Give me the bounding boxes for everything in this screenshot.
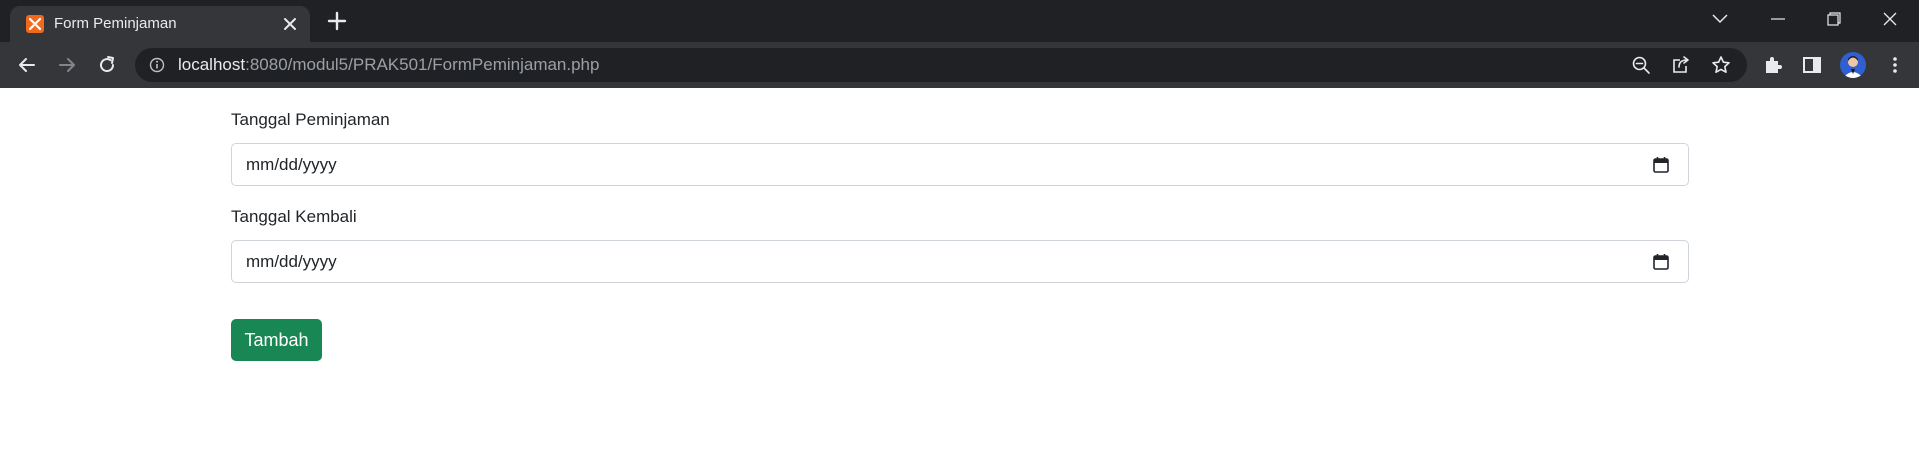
close-window-icon[interactable]	[1862, 0, 1918, 38]
new-tab-icon[interactable]	[323, 9, 351, 33]
restore-icon[interactable]	[1806, 0, 1862, 38]
address-bar[interactable]: localhost:8080/modul5/PRAK501/FormPeminj…	[135, 48, 1747, 82]
back-arrow-icon[interactable]	[11, 49, 43, 81]
url-host: localhost	[178, 55, 246, 74]
browser-toolbar: localhost:8080/modul5/PRAK501/FormPeminj…	[0, 42, 1919, 88]
site-info-icon[interactable]	[149, 57, 165, 73]
xampp-icon	[26, 15, 44, 33]
page-content: Tanggal Peminjaman mm/dd/yyyy Tanggal Ke…	[0, 88, 1919, 476]
browser-tabstrip: Form Peminjaman	[0, 0, 1919, 42]
tanggal-peminjaman-input[interactable]: mm/dd/yyyy	[231, 143, 1689, 186]
profile-avatar[interactable]	[1840, 52, 1866, 78]
side-panel-icon[interactable]	[1801, 54, 1823, 76]
tambah-button[interactable]: Tambah	[231, 319, 322, 361]
menu-kebab-icon[interactable]	[1884, 54, 1906, 76]
calendar-icon[interactable]	[1652, 156, 1670, 174]
zoom-out-icon[interactable]	[1631, 55, 1651, 75]
extensions-puzzle-icon[interactable]	[1762, 54, 1784, 76]
calendar-icon[interactable]	[1652, 253, 1670, 271]
share-icon[interactable]	[1671, 55, 1691, 75]
forward-arrow-icon[interactable]	[51, 49, 83, 81]
browser-tab[interactable]: Form Peminjaman	[10, 6, 310, 42]
reload-icon[interactable]	[91, 49, 123, 81]
tanggal-kembali-label: Tanggal Kembali	[231, 207, 357, 226]
url-text[interactable]: localhost:8080/modul5/PRAK501/FormPeminj…	[178, 55, 599, 75]
tanggal-kembali-placeholder: mm/dd/yyyy	[246, 252, 337, 271]
minimize-icon[interactable]	[1750, 0, 1806, 38]
bookmark-star-icon[interactable]	[1711, 55, 1731, 75]
tanggal-kembali-input[interactable]: mm/dd/yyyy	[231, 240, 1689, 283]
tanggal-peminjaman-placeholder: mm/dd/yyyy	[246, 155, 337, 174]
tab-title: Form Peminjaman	[54, 15, 177, 32]
url-path: :8080/modul5/PRAK501/FormPeminjaman.php	[245, 55, 600, 74]
tab-search-chevron-icon[interactable]	[1692, 0, 1748, 38]
tanggal-peminjaman-label: Tanggal Peminjaman	[231, 110, 390, 129]
tab-close-icon[interactable]	[280, 14, 300, 34]
